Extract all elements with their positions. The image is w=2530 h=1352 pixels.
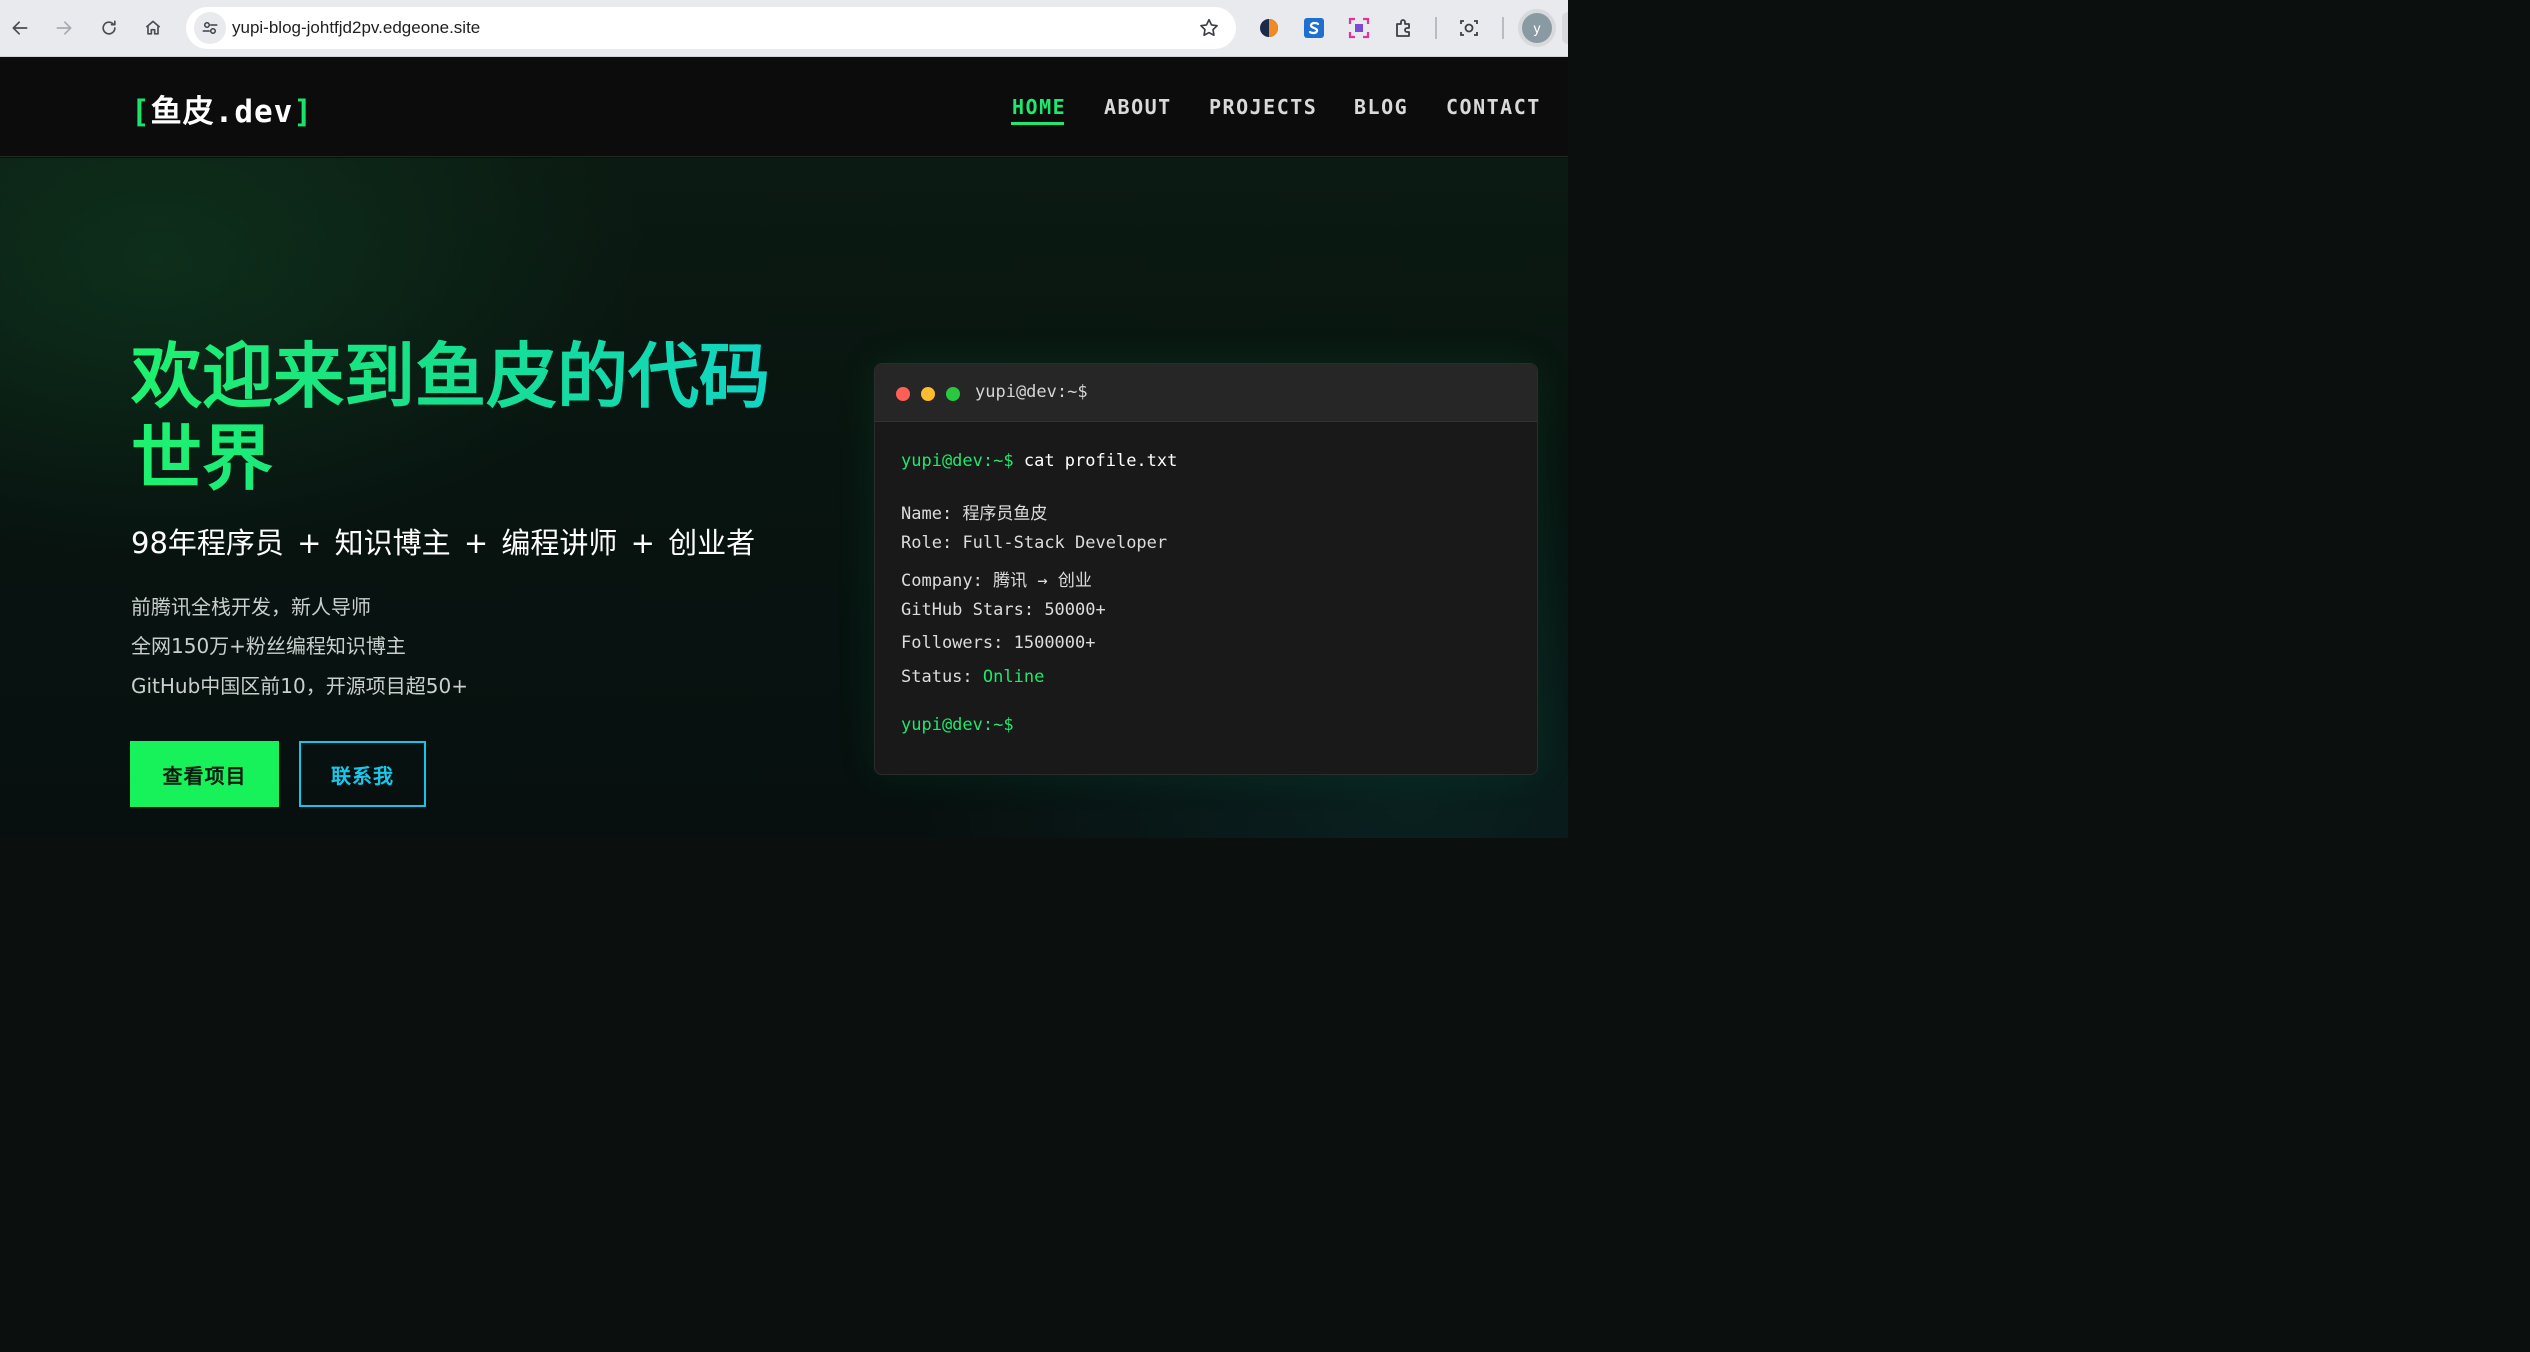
contact-me-button[interactable]: 联系我 <box>299 741 426 807</box>
hero-title-line-1: 欢迎来到鱼皮的代码 <box>131 335 771 418</box>
site-logo[interactable]: [鱼皮.dev] <box>131 86 313 131</box>
toolbar-divider <box>1502 17 1504 39</box>
extension-button-2[interactable] <box>1300 14 1328 42</box>
arrow-left-icon <box>12 21 28 35</box>
terminal-close-dot <box>896 387 910 401</box>
hero-section: 欢迎来到鱼皮的代码 世界 98年程序员 + 知识博主 + 编程讲师 + 创业者 … <box>0 158 1568 838</box>
forward-button[interactable] <box>48 12 80 44</box>
terminal-window: yupi@dev:~$ yupi@dev:~$ cat profile.txt … <box>874 363 1538 775</box>
home-button[interactable] <box>137 12 169 44</box>
output-value: 1500000+ <box>1013 633 1096 653</box>
nav-contact[interactable]: CONTACT <box>1446 95 1541 119</box>
logo-bracket-close: ] <box>293 94 313 130</box>
extension-button-1[interactable] <box>1255 14 1283 42</box>
terminal-output-line: Role: Full-Stack Developer <box>901 533 1167 553</box>
output-value: 50000+ <box>1044 600 1106 620</box>
puzzle-icon <box>1396 19 1410 37</box>
terminal-title-bar: yupi@dev:~$ <box>875 364 1537 422</box>
view-projects-button[interactable]: 查看项目 <box>130 741 279 807</box>
terminal-command-line: yupi@dev:~$ cat profile.txt <box>901 451 1177 471</box>
logo-text: 鱼皮.dev <box>150 94 294 130</box>
arrow-right-icon <box>56 21 72 35</box>
terminal-maximize-dot <box>946 387 960 401</box>
site-header: [鱼皮.dev] HOME ABOUT PROJECTS BLOG CONTAC… <box>0 57 1568 157</box>
output-key: GitHub Stars: <box>901 600 1035 620</box>
extension-button-3[interactable] <box>1345 14 1373 42</box>
nav-projects[interactable]: PROJECTS <box>1209 95 1317 119</box>
output-value: Full-Stack Developer <box>962 533 1168 553</box>
lens-button[interactable] <box>1455 14 1483 42</box>
reload-button[interactable] <box>93 12 125 44</box>
back-button[interactable] <box>4 12 36 44</box>
hero-description-1: 前腾讯全栈开发，新人导师 <box>131 595 371 619</box>
menu-button-edge[interactable] <box>1562 12 1568 44</box>
output-key: Name: <box>901 504 953 524</box>
terminal-command: cat profile.txt <box>1023 451 1178 471</box>
terminal-output-line: Company: 腾讯 → 创业 <box>901 566 1092 591</box>
nav-active-indicator <box>1011 122 1064 125</box>
terminal-output-line: Name: 程序员鱼皮 <box>901 499 1047 524</box>
camera-search-icon <box>1460 20 1478 36</box>
screenshot-extension-icon <box>1348 17 1370 39</box>
url-text[interactable]: yupi-blog-johtfjd2pv.edgeone.site <box>232 18 480 38</box>
terminal-output-line: GitHub Stars: 50000+ <box>901 600 1106 620</box>
half-moon-extension-icon <box>1260 19 1278 37</box>
output-key: Followers: <box>901 633 1004 653</box>
terminal-final-prompt: yupi@dev:~$ <box>901 715 1014 735</box>
address-bar[interactable]: yupi-blog-johtfjd2pv.edgeone.site <box>186 7 1236 49</box>
status-online-value: Online <box>982 667 1045 687</box>
hero-description-3: GitHub中国区前10，开源项目超50+ <box>131 674 468 698</box>
output-key: Company: <box>901 571 983 591</box>
output-key: Role: <box>901 533 953 553</box>
tune-icon <box>202 22 218 34</box>
logo-bracket-open: [ <box>131 94 151 130</box>
nav-blog[interactable]: BLOG <box>1354 95 1408 119</box>
hero-title-line-2: 世界 <box>131 417 274 500</box>
extensions-menu-button[interactable] <box>1390 14 1418 42</box>
bookmark-star-icon[interactable] <box>1198 17 1220 39</box>
hero-description-2: 全网150万+粉丝编程知识博主 <box>131 634 406 658</box>
home-icon <box>145 20 161 35</box>
terminal-output-line: Status: Online <box>901 667 1044 687</box>
terminal-prompt: yupi@dev:~$ <box>901 451 1014 471</box>
terminal-minimize-dot <box>921 387 935 401</box>
output-value: 程序员鱼皮 <box>962 504 1048 524</box>
terminal-output-line: Followers: 1500000+ <box>901 633 1096 653</box>
reload-icon <box>102 20 116 35</box>
browser-toolbar: yupi-blog-johtfjd2pv.edgeone.site y <box>0 0 1568 57</box>
s-logo-extension-icon <box>1304 18 1324 38</box>
hero-title: 欢迎来到鱼皮的代码 世界 <box>131 336 791 500</box>
nav-about[interactable]: ABOUT <box>1104 95 1172 119</box>
hero-subtitle: 98年程序员 + 知识博主 + 编程讲师 + 创业者 <box>131 526 756 560</box>
terminal-final-line: yupi@dev:~$ <box>901 715 1014 735</box>
output-key: Status: <box>901 667 973 687</box>
nav-home[interactable]: HOME <box>1012 95 1066 119</box>
terminal-title: yupi@dev:~$ <box>975 382 1088 402</box>
profile-avatar[interactable]: y <box>1522 13 1552 43</box>
toolbar-divider <box>1435 17 1437 39</box>
site-info-button[interactable] <box>194 12 226 44</box>
output-value: 腾讯 → 创业 <box>993 571 1092 591</box>
